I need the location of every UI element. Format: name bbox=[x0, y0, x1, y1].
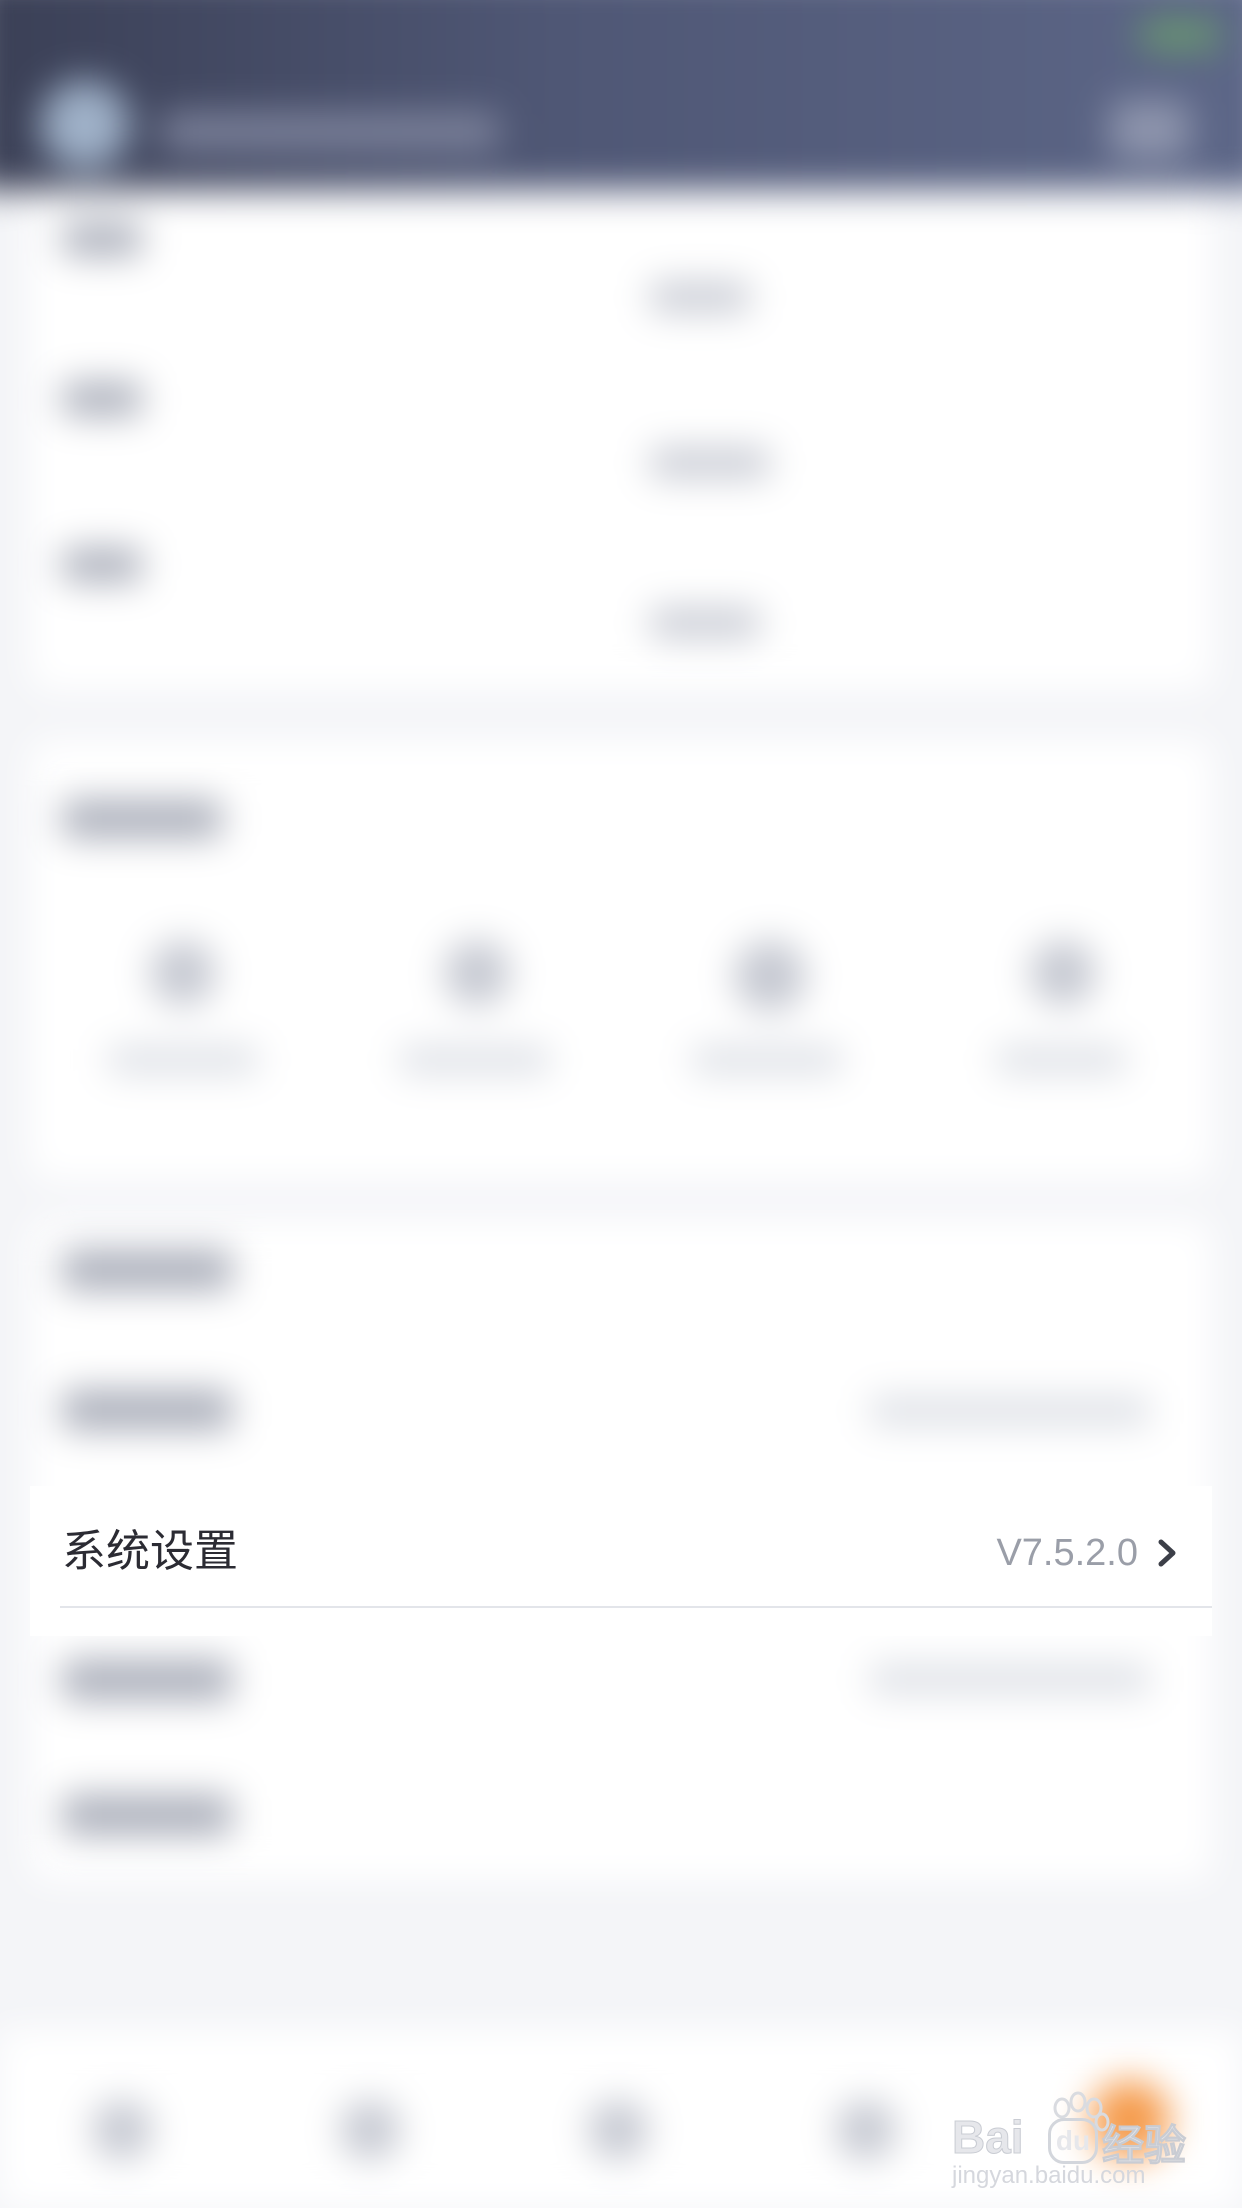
avatar bbox=[40, 80, 130, 170]
service-label-1 bbox=[108, 1046, 258, 1074]
row-divider bbox=[60, 1606, 1212, 1608]
watermark-brand-prefix: Bai bbox=[952, 2111, 1025, 2164]
list-item-4-value bbox=[870, 1664, 1150, 1694]
info-label-3 bbox=[62, 548, 142, 582]
info-value-2 bbox=[650, 448, 770, 478]
service-icon-2 bbox=[444, 940, 510, 1006]
watermark-url: jingyan.baidu.com bbox=[952, 2162, 1146, 2189]
service-label-4 bbox=[996, 1046, 1126, 1074]
list-item-4 bbox=[62, 1660, 232, 1700]
list-item-2-value bbox=[870, 1396, 1150, 1426]
info-card bbox=[30, 190, 1212, 690]
info-label-1 bbox=[62, 222, 142, 256]
tab-icon-3 bbox=[588, 2100, 648, 2160]
chevron-right-icon bbox=[1158, 1539, 1176, 1567]
watermark-du-mark: du bbox=[1048, 2118, 1098, 2164]
service-label-3 bbox=[692, 1046, 842, 1074]
service-icon-4 bbox=[1030, 940, 1096, 1006]
service-icon-1 bbox=[150, 940, 216, 1006]
info-label-2 bbox=[62, 382, 142, 416]
tab-icon-1 bbox=[92, 2100, 152, 2160]
service-title bbox=[62, 800, 222, 838]
status-badge-placeholder bbox=[1140, 20, 1220, 50]
blurred-background bbox=[0, 0, 1242, 2208]
baidu-jingyan-watermark: Bai du 经验 jingyan.baidu.com bbox=[952, 2090, 1202, 2190]
app-screen: 系统设置 V7.5.2.0 Bai du 经验 jingyan.baidu.co… bbox=[0, 0, 1242, 2208]
list-item-5 bbox=[62, 1795, 232, 1835]
service-label-2 bbox=[400, 1046, 550, 1074]
profile-name-placeholder bbox=[160, 112, 500, 152]
system-settings-label: 系统设置 bbox=[62, 1526, 238, 1577]
list-item-2 bbox=[62, 1390, 232, 1430]
list-item-1 bbox=[62, 1250, 232, 1290]
tab-icon-4 bbox=[836, 2100, 896, 2160]
system-settings-row[interactable]: 系统设置 V7.5.2.0 bbox=[30, 1486, 1212, 1636]
header-action-placeholder bbox=[1110, 100, 1190, 160]
info-value-1 bbox=[650, 282, 750, 312]
version-value: V7.5.2.0 bbox=[996, 1532, 1138, 1574]
info-value-3 bbox=[650, 608, 760, 638]
tab-icon-2 bbox=[340, 2100, 400, 2160]
profile-header bbox=[0, 0, 1242, 190]
service-icon-3 bbox=[734, 940, 806, 1012]
